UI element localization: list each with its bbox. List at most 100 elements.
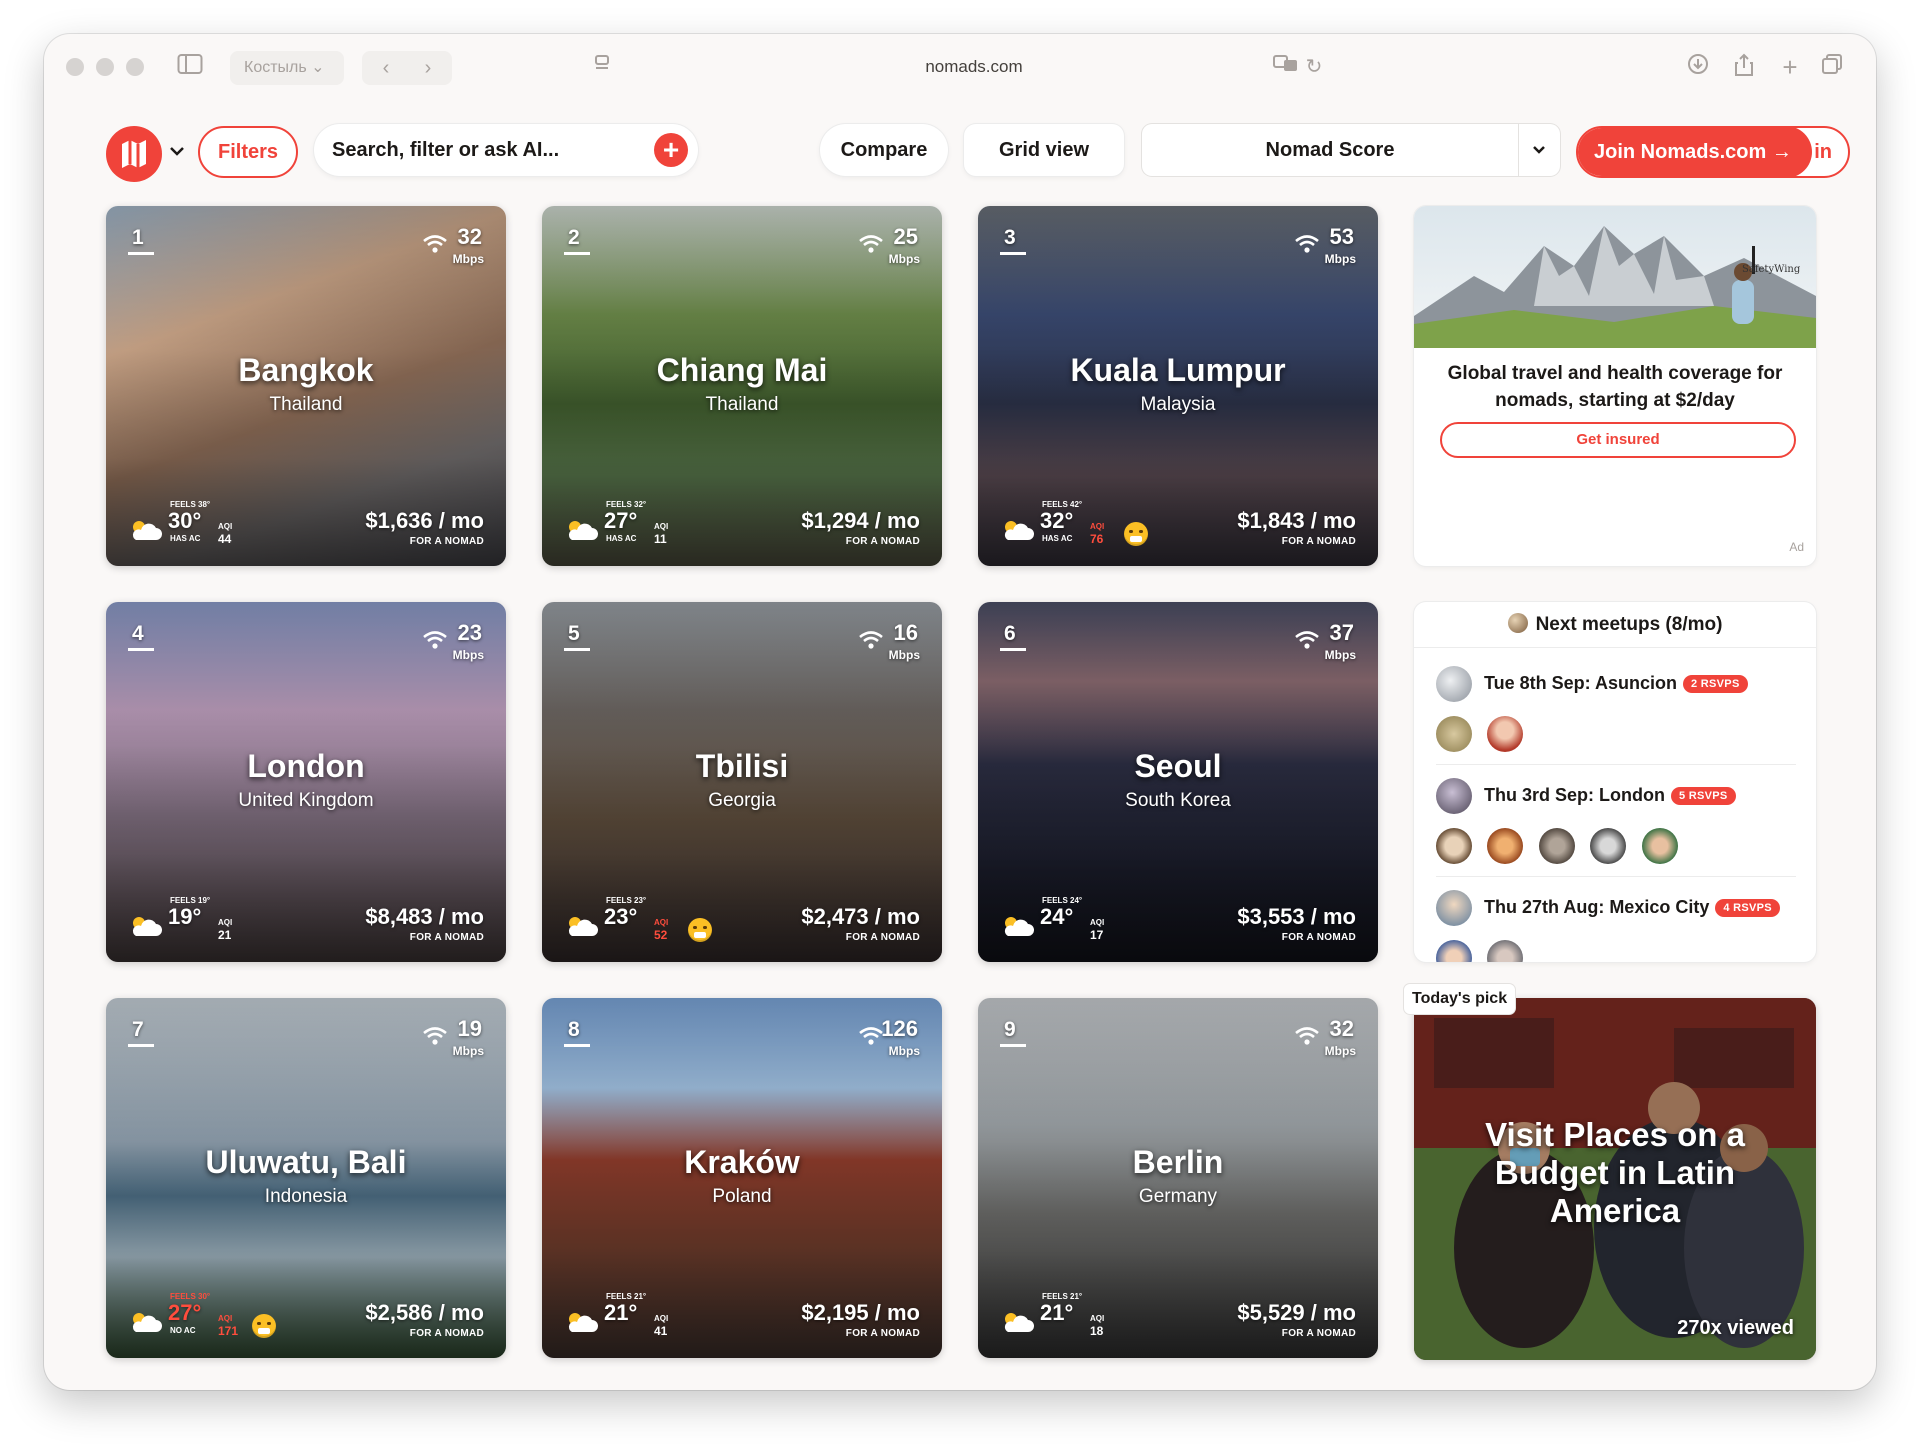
attendee-avatars	[1436, 828, 1689, 864]
todays-pick-card[interactable]: Visit Places on a Budget in Latin Americ…	[1414, 998, 1816, 1360]
cloud-icon	[1004, 1313, 1034, 1332]
address-bar[interactable]: nomads.com	[564, 47, 1384, 87]
rank-underline	[564, 1044, 590, 1047]
cloud-icon	[132, 917, 162, 936]
divider	[1436, 876, 1796, 877]
mask-face-icon	[1124, 522, 1148, 546]
search-input[interactable]: Search, filter or ask AI... +	[314, 124, 698, 176]
wifi-icon	[423, 1027, 447, 1045]
city-card[interactable]: 6 37 Mbps Seoul South Korea FEELS 24° 24° AQI 17…	[978, 602, 1378, 962]
avatar[interactable]	[1487, 940, 1524, 962]
cost-caption: FOR A NOMAD	[845, 536, 920, 547]
location-avatar	[1436, 778, 1472, 814]
minimize-window-button[interactable]	[96, 58, 114, 76]
avatar[interactable]	[1487, 828, 1524, 864]
ad-brand-logo: SafetyWing	[1742, 264, 1801, 275]
temperature: 32°	[1040, 508, 1074, 533]
new-tab-icon[interactable]: +	[1776, 53, 1804, 81]
share-icon[interactable]	[1730, 53, 1758, 81]
filters-button[interactable]: Filters	[198, 126, 298, 178]
aqi-value: 52	[654, 928, 668, 942]
get-insured-button[interactable]: Get insured	[1440, 422, 1796, 458]
avatar[interactable]	[1538, 828, 1575, 864]
browser-window: Костыль ⌄ ‹ › nomads.com ↻ + Filters Sea…	[44, 34, 1876, 1390]
cost-caption: FOR A NOMAD	[1281, 536, 1356, 547]
cloud-icon	[1004, 521, 1034, 540]
translate-icon[interactable]	[1272, 53, 1300, 81]
meetup-title-text: Tue 8th Sep: Asuncion	[1484, 673, 1678, 693]
cost-per-month: $1,843 / mo	[1237, 508, 1356, 533]
cost-per-month: $5,529 / mo	[1237, 1300, 1356, 1325]
avatar[interactable]	[1436, 716, 1472, 752]
internet-speed: 19	[457, 1016, 482, 1041]
aqi-label: AQI	[1090, 1314, 1105, 1323]
avatar[interactable]	[1590, 828, 1627, 864]
nomads-logo[interactable]	[106, 126, 162, 182]
city-card[interactable]: 7 19 Mbps Uluwatu, Bali Indonesia FEELS 30° 27…	[106, 998, 506, 1358]
rank-underline	[1000, 648, 1026, 651]
todays-pick-badge: Today's pick	[1404, 984, 1516, 1014]
internet-speed-unit: Mbps	[452, 648, 484, 662]
join-button[interactable]: Join Nomads.com → in	[1576, 126, 1850, 178]
city-card[interactable]: 1 32 Mbps Bangkok Thailand FEELS 38° 30° HAS AC…	[106, 206, 506, 566]
internet-speed: 25	[893, 224, 918, 249]
url-text: nomads.com	[925, 57, 1023, 76]
reload-icon[interactable]: ↻	[1300, 53, 1328, 81]
grid-view-button[interactable]: Grid view	[964, 124, 1124, 176]
avatar[interactable]	[1436, 940, 1472, 962]
downloads-icon[interactable]	[1684, 53, 1712, 81]
forward-icon[interactable]: ›	[414, 54, 442, 82]
country-name: Indonesia	[264, 1186, 348, 1207]
aqi-value: 21	[218, 928, 232, 942]
cost-per-month: $1,294 / mo	[801, 508, 920, 533]
sidebar-toggle-icon[interactable]	[176, 53, 204, 81]
temperature: 19°	[168, 904, 202, 929]
location-avatar	[1436, 890, 1472, 926]
city-card[interactable]: 5 16 Mbps Tbilisi Georgia FEELS 23° 23° AQI 52 $2…	[542, 602, 942, 962]
aqi-label: AQI	[218, 522, 233, 531]
back-icon[interactable]: ‹	[372, 54, 400, 82]
avatar[interactable]	[1487, 716, 1524, 752]
aqi-value: 171	[218, 1324, 239, 1338]
city-card[interactable]: 4 23 Mbps London United Kingdom FEELS 19° 19° A…	[106, 602, 506, 962]
internet-speed: 37	[1329, 620, 1354, 645]
aqi-label: AQI	[218, 918, 233, 927]
internet-speed-unit: Mbps	[888, 1044, 920, 1058]
chevron-down-icon[interactable]	[1528, 141, 1550, 159]
chevron-down-icon[interactable]	[168, 142, 186, 160]
avatar[interactable]	[1436, 828, 1472, 864]
mask-face-icon	[688, 918, 712, 942]
ac-status: HAS AC	[170, 534, 201, 543]
temperature: 21°	[1040, 1300, 1074, 1325]
mask-face-icon	[252, 1314, 276, 1338]
city-name: Seoul	[1134, 748, 1222, 784]
profile-label: Костыль	[244, 59, 307, 76]
profile-selector[interactable]: Костыль ⌄	[230, 51, 344, 85]
add-icon[interactable]: +	[654, 133, 688, 167]
city-card[interactable]: 8 126 Mbps Kraków Poland FEELS 21° 21° AQI 41 $2,…	[542, 998, 942, 1358]
meetups-header[interactable]: Next meetups (8/mo)	[1414, 602, 1816, 648]
rank-underline	[128, 252, 154, 255]
city-card[interactable]: 3 53 Mbps Kuala Lumpur Malaysia FEELS 42° 32° H…	[978, 206, 1378, 566]
country-name: United Kingdom	[238, 790, 374, 811]
compare-button[interactable]: Compare	[820, 124, 948, 176]
close-window-button[interactable]	[66, 58, 84, 76]
cloud-icon	[1004, 917, 1034, 936]
search-placeholder: Search, filter or ask AI...	[332, 139, 560, 161]
meetup-title: Thu 27th Aug: Mexico City 4 RSVPS	[1484, 897, 1780, 918]
aqi-label: AQI	[654, 522, 669, 531]
internet-speed-unit: Mbps	[1324, 1044, 1356, 1058]
avatar[interactable]	[1641, 828, 1678, 864]
sort-select[interactable]: Nomad Score	[1142, 124, 1560, 176]
temperature: 27°	[168, 1300, 202, 1325]
zoom-window-button[interactable]	[126, 58, 144, 76]
tab-overview-icon[interactable]	[1818, 53, 1846, 81]
wifi-icon	[1295, 235, 1319, 253]
aqi-value: 11	[654, 532, 667, 546]
city-card[interactable]: 2 25 Mbps Chiang Mai Thailand FEELS 32° 27° HAS…	[542, 206, 942, 566]
meetups-title: Next meetups (8/mo)	[1535, 614, 1723, 635]
ad-card[interactable]: SafetyWing Global travel and health cove…	[1414, 206, 1816, 566]
rank-number: 1	[132, 226, 144, 249]
city-card[interactable]: 9 32 Mbps Berlin Germany FEELS 21° 21° AQI 18 $5,…	[978, 998, 1378, 1358]
join-label: Join Nomads.com →	[1578, 128, 1812, 176]
